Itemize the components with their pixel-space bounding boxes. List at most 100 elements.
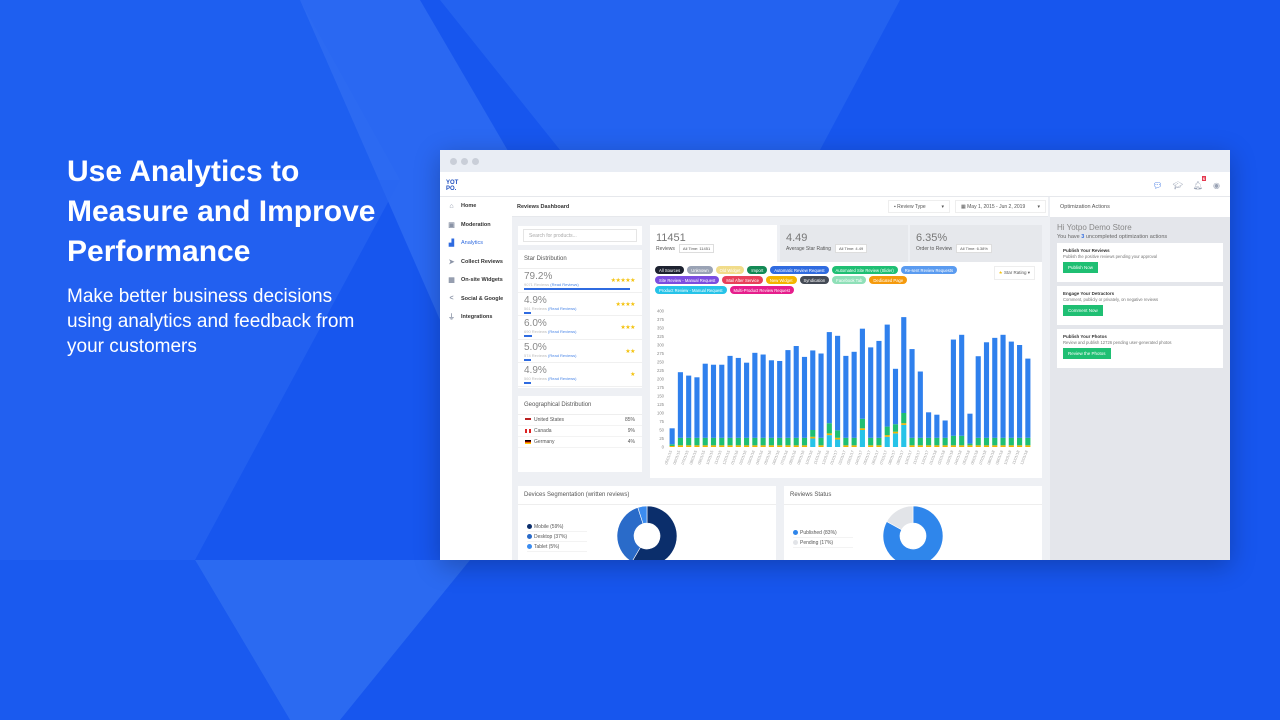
bar-segment[interactable] xyxy=(777,445,783,447)
bar-segment[interactable] xyxy=(926,437,932,446)
bar-segment[interactable] xyxy=(727,445,733,447)
bar-segment[interactable] xyxy=(967,413,973,444)
bar-segment[interactable] xyxy=(752,352,758,438)
bar-segment[interactable] xyxy=(950,445,956,447)
bar-segment[interactable] xyxy=(835,439,841,447)
stat-reviews[interactable]: 11451 Reviews All Time: 11451 xyxy=(650,225,777,263)
bar-segment[interactable] xyxy=(901,413,907,424)
chat-icon[interactable]: 💬︎ xyxy=(1153,181,1163,190)
graduation-cap-icon[interactable]: 🎓︎ xyxy=(1173,181,1183,190)
bar-segment[interactable] xyxy=(1008,341,1014,438)
bar-segment[interactable] xyxy=(793,437,799,446)
bar-segment[interactable] xyxy=(851,437,857,446)
bar-segment[interactable] xyxy=(1008,437,1014,446)
bar-segment[interactable] xyxy=(785,437,791,446)
window-dot[interactable] xyxy=(450,157,457,165)
read-reviews-link[interactable]: (Read Reviews) xyxy=(548,306,576,311)
bar-segment[interactable] xyxy=(752,445,758,447)
bar-segment[interactable] xyxy=(1000,445,1006,447)
read-reviews-link[interactable]: (Read Reviews) xyxy=(548,353,576,358)
window-dot[interactable] xyxy=(472,157,479,165)
bar-segment[interactable] xyxy=(818,437,824,446)
bell-icon[interactable]: 🔔︎ 6 xyxy=(1193,176,1207,190)
bar-segment[interactable] xyxy=(735,437,741,446)
bar-segment[interactable] xyxy=(892,368,899,425)
bar-segment[interactable] xyxy=(901,317,907,413)
bar-segment[interactable] xyxy=(959,435,965,446)
stat-order-to-review[interactable]: 6.35% Order to Review All Time: 6.38% xyxy=(910,225,1042,263)
bar-segment[interactable] xyxy=(843,355,849,438)
bar-segment[interactable] xyxy=(959,334,965,436)
bar-segment[interactable] xyxy=(901,423,907,425)
user-icon[interactable]: ◉ xyxy=(1213,181,1220,190)
bar-segment[interactable] xyxy=(917,437,923,446)
read-reviews-link[interactable]: (Read Reviews) xyxy=(548,376,576,381)
bar-segment[interactable] xyxy=(744,362,750,438)
bar-segment[interactable] xyxy=(884,435,890,437)
bar-segment[interactable] xyxy=(884,436,890,447)
bar-segment[interactable] xyxy=(950,339,956,436)
bar-segment[interactable] xyxy=(669,444,675,446)
bar-segment[interactable] xyxy=(868,445,874,447)
bar-segment[interactable] xyxy=(694,445,700,447)
bar-segment[interactable] xyxy=(859,430,865,447)
bar-segment[interactable] xyxy=(801,356,808,438)
bar-segment[interactable] xyxy=(876,445,882,447)
bar-segment[interactable] xyxy=(835,335,841,431)
bar-segment[interactable] xyxy=(892,424,899,432)
bar-segment[interactable] xyxy=(810,436,816,439)
bar-segment[interactable] xyxy=(959,445,965,447)
bar-segment[interactable] xyxy=(760,354,766,438)
product-search-input[interactable]: Search for products... xyxy=(523,229,637,242)
bar-segment[interactable] xyxy=(851,351,857,438)
bar-segment[interactable] xyxy=(983,437,990,446)
bar-segment[interactable] xyxy=(892,431,899,434)
stat-average-rating[interactable]: 4.49 Average Star Rating All Time: 4.49 xyxy=(780,225,908,263)
bar-segment[interactable] xyxy=(677,445,683,447)
bar-segment[interactable] xyxy=(801,437,808,446)
bar-segment[interactable] xyxy=(777,437,783,446)
bar-segment[interactable] xyxy=(1025,358,1031,438)
bar-segment[interactable] xyxy=(950,435,956,446)
bar-segment[interactable] xyxy=(851,445,857,447)
bar-segment[interactable] xyxy=(677,437,683,446)
review-photos-button[interactable]: Review the Photos xyxy=(1063,348,1111,359)
bar-segment[interactable] xyxy=(859,418,865,429)
bar-segment[interactable] xyxy=(818,353,824,438)
bar-segment[interactable] xyxy=(826,435,832,447)
bar-segment[interactable] xyxy=(810,438,816,448)
bar-segment[interactable] xyxy=(983,445,990,447)
bar-segment[interactable] xyxy=(677,372,683,438)
bar-segment[interactable] xyxy=(859,428,865,430)
bar-segment[interactable] xyxy=(735,445,741,447)
bar-segment[interactable] xyxy=(917,371,923,438)
review-type-dropdown[interactable]: ▪ Review Type ▾ xyxy=(888,200,950,213)
bar-segment[interactable] xyxy=(926,445,932,447)
bar-segment[interactable] xyxy=(719,437,725,446)
publish-now-button[interactable]: Publish Now xyxy=(1063,262,1099,273)
sidebar-item-collect-reviews[interactable]: ➤ Collect Reviews xyxy=(440,253,512,272)
bar-segment[interactable] xyxy=(793,445,799,447)
bar-segment[interactable] xyxy=(892,433,899,447)
bar-segment[interactable] xyxy=(810,430,816,437)
bar-segment[interactable] xyxy=(694,437,700,446)
sidebar-item-social-google[interactable]: < Social & Google xyxy=(440,290,512,309)
bar-segment[interactable] xyxy=(992,445,998,447)
bar-segment[interactable] xyxy=(727,355,733,438)
bar-segment[interactable] xyxy=(975,437,981,446)
bar-segment[interactable] xyxy=(760,445,766,447)
bar-segment[interactable] xyxy=(694,377,700,438)
bar-segment[interactable] xyxy=(835,437,841,440)
bar-segment[interactable] xyxy=(1017,345,1023,438)
bar-segment[interactable] xyxy=(669,428,675,445)
bar-segment[interactable] xyxy=(942,437,948,446)
bar-segment[interactable] xyxy=(992,337,998,438)
bar-segment[interactable] xyxy=(942,445,948,447)
sidebar-item-integrations[interactable]: ⏚ Integrations xyxy=(440,308,512,327)
bar-segment[interactable] xyxy=(901,424,907,447)
bar-segment[interactable] xyxy=(686,437,692,446)
bar-segment[interactable] xyxy=(801,445,808,447)
bar-segment[interactable] xyxy=(843,437,849,446)
bar-segment[interactable] xyxy=(768,437,774,446)
bar-segment[interactable] xyxy=(909,437,915,446)
